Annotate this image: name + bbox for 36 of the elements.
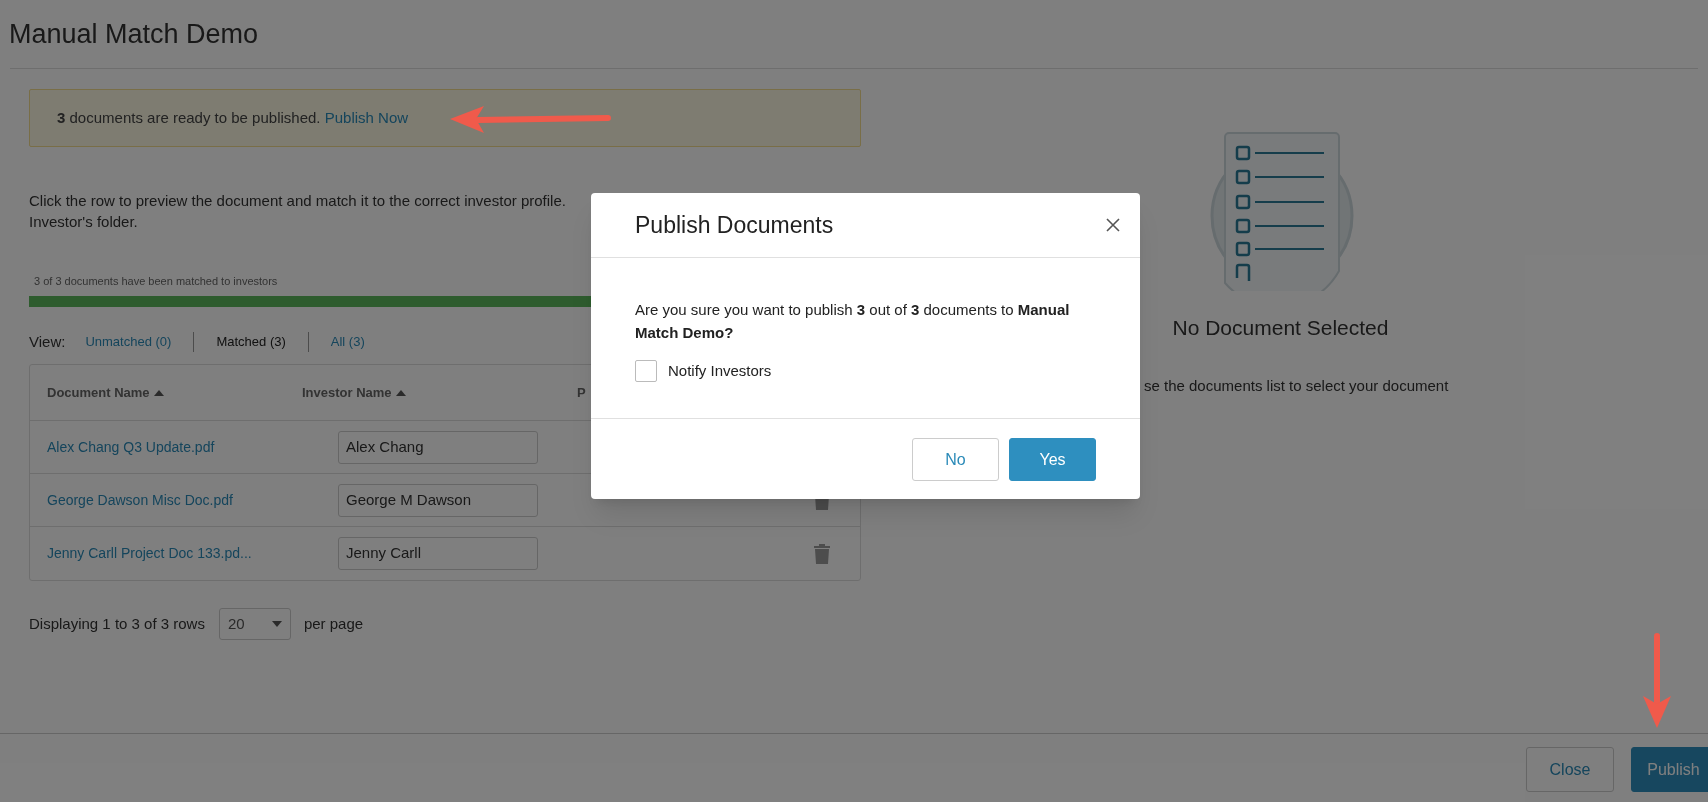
view-filter-tab[interactable]: Matched (3) [216, 332, 286, 352]
progress-label: 3 of 3 documents have been matched to investors [34, 274, 278, 288]
page-size-select[interactable]: 20 [218, 608, 291, 640]
investor-name-field[interactable]: George M Dawson [338, 483, 538, 517]
view-label: View: [29, 331, 66, 352]
caret-down-icon [271, 621, 282, 627]
document-link[interactable]: Alex Chang Q3 Update.pdf [30, 436, 338, 458]
preview-title: No Document Selected [1172, 315, 1389, 341]
dialog-message: Are you sure you want to publish 3 out of 3 documents to Manual Match Demo? [635, 300, 1071, 343]
column-header[interactable]: Document Name [30, 382, 302, 403]
dialog-title: Publish Documents [635, 210, 834, 240]
instruction-text: Investor's folder. [29, 212, 138, 232]
view-filter-tab[interactable]: All (3) [330, 332, 365, 352]
instruction-text: Click the row to preview the document and match it to the correct investor profile. [29, 191, 566, 211]
pagination-label: Displaying 1 to 3 of 3 rows [29, 613, 205, 634]
secondary-button[interactable]: Close [1526, 747, 1614, 792]
close-icon[interactable] [1106, 218, 1120, 232]
column-header[interactable]: P [576, 382, 586, 403]
secondary-button[interactable]: No [912, 438, 999, 481]
per-page-label: per page [303, 613, 364, 634]
column-header[interactable]: Investor Name [302, 382, 576, 403]
investor-name-field[interactable]: Alex Chang [338, 430, 538, 464]
document-link[interactable]: George Dawson Misc Doc.pdf [30, 489, 338, 511]
investor-name-field[interactable]: Jenny Carll [338, 537, 538, 570]
banner-message: 3 documents are ready to be published. Publish Now [57, 107, 409, 128]
publish-now-link[interactable]: Publish Now [324, 108, 409, 126]
notify-label: Notify Investors [668, 361, 772, 381]
primary-button[interactable]: Yes [1009, 438, 1096, 481]
document-link[interactable]: Jenny Carll Project Doc 133.pd... [30, 543, 338, 564]
notify-checkbox[interactable] [635, 360, 657, 383]
page-title: Manual Match Demo [9, 17, 259, 51]
preview-hint: se the documents list to select your document [1144, 375, 1449, 396]
primary-button[interactable]: Publish [1631, 747, 1708, 792]
view-filter-tab[interactable]: Unmatched (0) [85, 332, 172, 352]
caret-up-icon [395, 390, 406, 397]
caret-up-icon [153, 390, 164, 397]
